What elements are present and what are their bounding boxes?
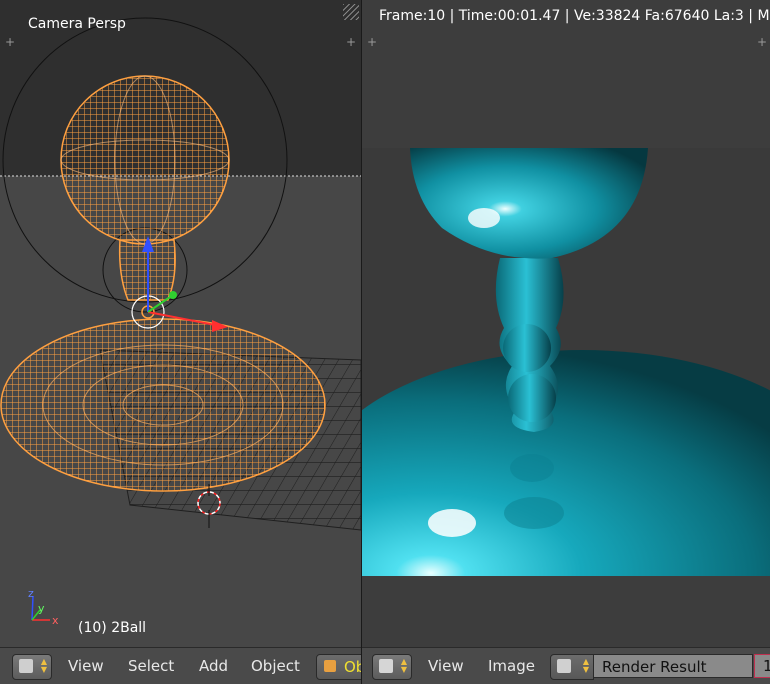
area-split-plus-icon[interactable]: + (4, 36, 16, 48)
editor-type-button[interactable]: ▲ ▼ (372, 654, 412, 680)
svg-text:y: y (38, 602, 45, 615)
image-editor-header: ▲ ▼ View Image ▲ ▼ Render Result 1 (362, 647, 770, 684)
image-browse-button[interactable]: ▲ ▼ (550, 654, 594, 680)
sphere-mesh-wireframe[interactable] (60, 75, 230, 245)
viewport-header: ▲▼ View Select Add Object Object Mode (0, 647, 361, 684)
image-editor[interactable]: Frame:10 | Time:00:01.47 | Ve:33824 Fa:6… (362, 0, 770, 684)
menu-view[interactable]: View (68, 657, 104, 675)
menu-select[interactable]: Select (128, 657, 174, 675)
svg-text:x: x (52, 614, 59, 627)
y-axis-tip-icon[interactable] (169, 291, 177, 299)
image-editor-icon (379, 659, 393, 673)
image-icon (557, 659, 571, 673)
axis-orientation-icon: x y z (28, 587, 59, 627)
area-corner-grip-icon[interactable] (343, 4, 359, 20)
object-cube-icon (324, 660, 336, 672)
active-object-label: (10) 2Ball (78, 620, 147, 636)
render-slot-field[interactable]: 1 (754, 654, 770, 678)
view-title: Camera Persp (28, 16, 126, 32)
mode-selector[interactable]: Object Mode (316, 654, 361, 680)
viewport-scene[interactable]: x y z (0, 0, 361, 648)
3d-view-icon (19, 659, 33, 673)
chevron-updown-icon: ▲ ▼ (40, 657, 47, 674)
menu-add[interactable]: Add (199, 657, 228, 675)
svg-text:z: z (28, 587, 34, 600)
menu-object[interactable]: Object (251, 657, 300, 675)
3d-viewport[interactable]: x y z Camera Persp (10) 2Ball + + ▲ ▼ Vie… (0, 0, 361, 684)
render-info: Frame:10 | Time:00:01.47 | Ve:33824 Fa:6… (379, 8, 770, 24)
editor-type-button[interactable]: ▲ ▼ (12, 654, 52, 680)
menu-image[interactable]: Image (488, 657, 535, 675)
chevron-updown-icon: ▲ ▼ (582, 657, 589, 674)
area-split-plus-icon[interactable]: + (756, 36, 768, 48)
mode-label: Object Mode (344, 658, 361, 679)
area-split-plus-icon[interactable]: + (366, 36, 378, 48)
image-name-field[interactable]: Render Result (593, 654, 753, 678)
area-split-plus-icon[interactable]: + (345, 36, 357, 48)
render-result-image[interactable] (362, 148, 770, 636)
menu-view[interactable]: View (428, 657, 464, 675)
chevron-updown-icon: ▲ ▼ (400, 657, 407, 674)
